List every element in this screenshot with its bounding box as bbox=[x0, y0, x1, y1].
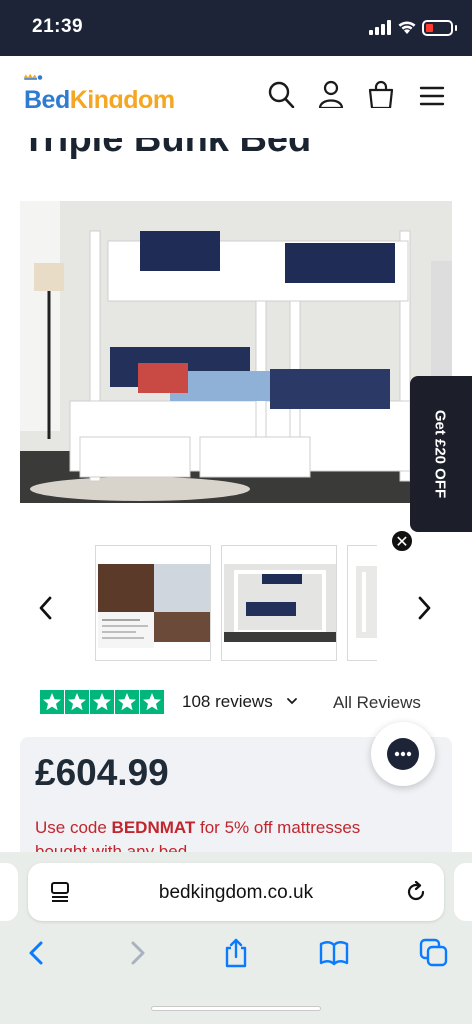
chevron-right-icon[interactable] bbox=[414, 594, 434, 622]
star-icon bbox=[40, 690, 64, 714]
all-reviews-link[interactable]: All Reviews bbox=[333, 693, 421, 713]
basket-icon[interactable] bbox=[367, 80, 395, 110]
account-icon[interactable] bbox=[317, 80, 345, 110]
product-main-image[interactable] bbox=[20, 201, 452, 503]
reviews-row: 108 reviews All Reviews bbox=[40, 690, 440, 716]
thumbnail-2[interactable] bbox=[221, 545, 337, 661]
url-text[interactable]: bedkingdom.co.uk bbox=[28, 882, 444, 904]
thumbnail-3[interactable] bbox=[347, 545, 377, 661]
wifi-icon bbox=[398, 21, 416, 34]
bookmarks-icon[interactable] bbox=[319, 938, 349, 968]
thumbnail-2-image bbox=[222, 546, 336, 660]
thumbnail-1-image bbox=[96, 546, 210, 660]
close-promo-icon[interactable]: ✕ bbox=[390, 529, 414, 553]
star-icon bbox=[140, 690, 164, 714]
signal-icon bbox=[369, 20, 391, 35]
next-tab-peek[interactable] bbox=[454, 863, 472, 921]
chevron-down-icon[interactable] bbox=[286, 694, 298, 709]
product-price: £604.99 bbox=[35, 752, 169, 793]
chevron-left-icon[interactable] bbox=[36, 594, 56, 622]
star-icon bbox=[115, 690, 139, 714]
battery-icon bbox=[422, 20, 453, 36]
star-icon bbox=[90, 690, 114, 714]
tabs-icon[interactable] bbox=[419, 938, 449, 968]
menu-icon[interactable] bbox=[418, 80, 446, 110]
reload-icon[interactable] bbox=[405, 881, 427, 903]
thumbnail-1[interactable] bbox=[95, 545, 211, 661]
thumbnail-3-image bbox=[348, 546, 377, 660]
previous-tab-peek[interactable] bbox=[0, 863, 18, 921]
home-indicator bbox=[151, 1006, 321, 1011]
discount-tab-label: Get £20 OFF bbox=[431, 409, 449, 499]
address-bar[interactable]: bedkingdom.co.uk bbox=[28, 863, 444, 921]
star-icon bbox=[65, 690, 89, 714]
header-overlap-mask bbox=[0, 108, 472, 138]
reviews-count[interactable]: 108 reviews bbox=[182, 692, 273, 712]
promo-prefix: Use code bbox=[35, 818, 112, 837]
back-icon[interactable] bbox=[22, 938, 52, 968]
chat-bubble-icon bbox=[387, 738, 419, 770]
battery-tip bbox=[455, 25, 457, 31]
promo-code: BEDNMAT bbox=[111, 818, 196, 837]
share-icon[interactable] bbox=[221, 938, 251, 968]
search-icon[interactable] bbox=[267, 80, 295, 110]
chat-button[interactable] bbox=[371, 722, 435, 786]
forward-icon[interactable] bbox=[122, 938, 152, 968]
status-time: 21:39 bbox=[32, 16, 84, 37]
